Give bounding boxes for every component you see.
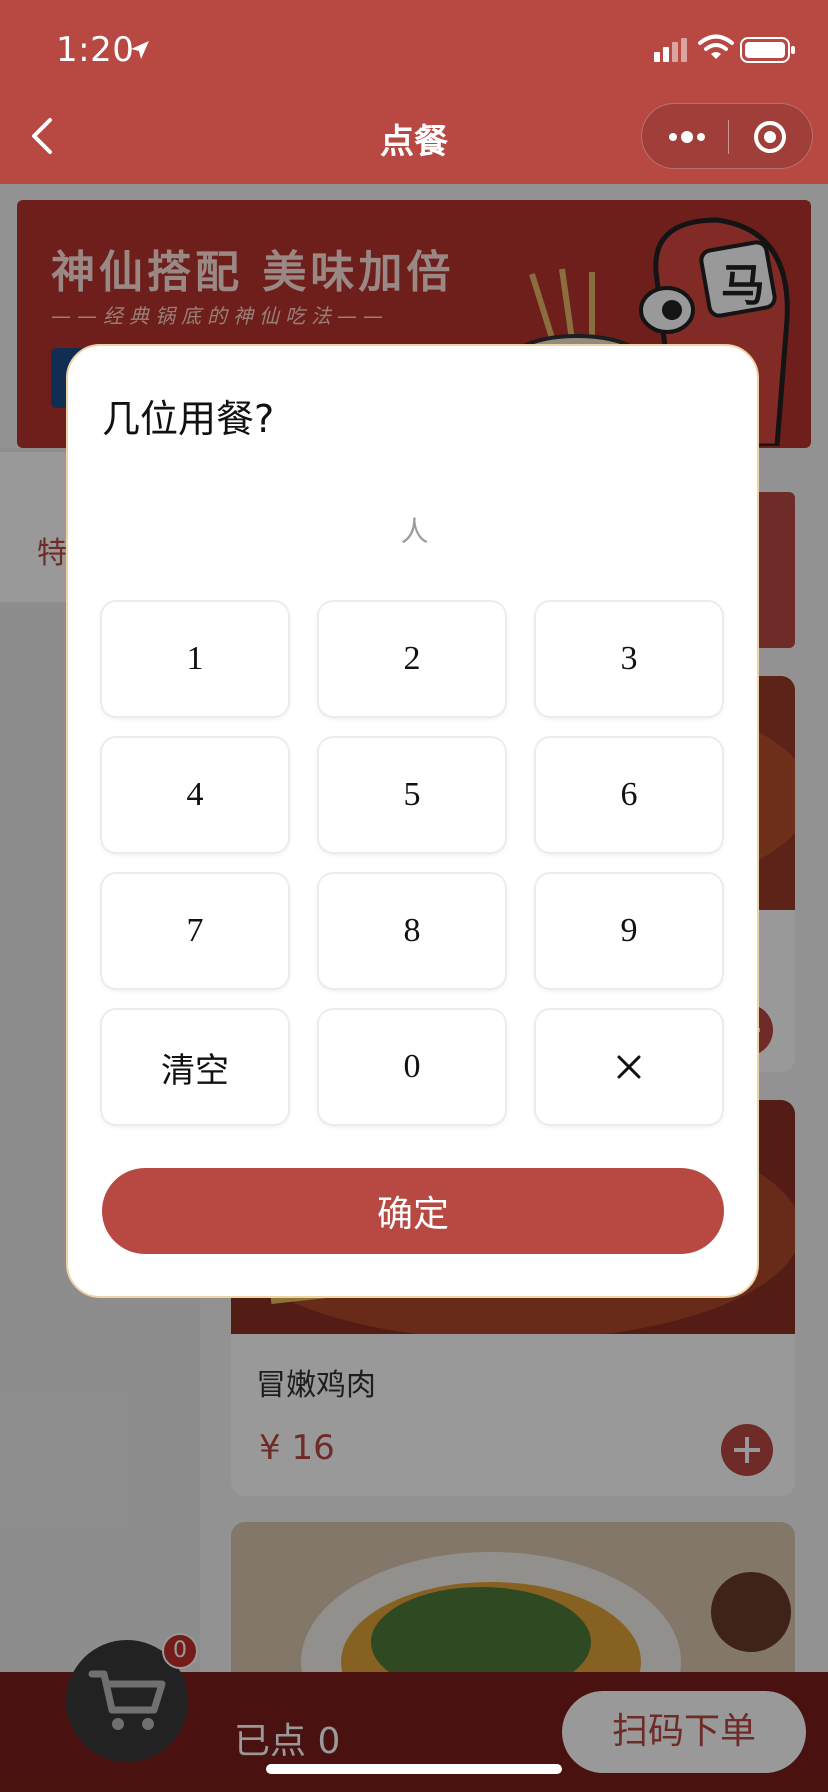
confirm-button[interactable]: 确定 [102, 1168, 724, 1254]
more-dots-icon[interactable] [642, 104, 728, 170]
keypad-key-3[interactable]: 3 [536, 602, 722, 716]
keypad-key-7[interactable]: 7 [102, 874, 288, 988]
party-size-display: 人 [68, 506, 761, 556]
battery-icon [740, 37, 795, 63]
keypad-key-2[interactable]: 2 [319, 602, 505, 716]
keypad-clear-button[interactable]: 清空 [102, 1010, 288, 1124]
keypad-key-0[interactable]: 0 [319, 1010, 505, 1124]
party-size-dialog: 几位用餐? 人 1 2 3 4 5 6 7 8 9 清空 0 确定 [66, 344, 759, 1298]
status-time: 1:20 [56, 30, 135, 70]
location-arrow-icon [131, 41, 149, 59]
wifi-icon [698, 34, 734, 59]
mini-program-capsule [641, 103, 813, 169]
keypad-key-6[interactable]: 6 [536, 738, 722, 852]
keypad-key-1[interactable]: 1 [102, 602, 288, 716]
keypad-key-9[interactable]: 9 [536, 874, 722, 988]
signal-icon [654, 38, 687, 62]
app-header: 1:20 点餐 [0, 0, 828, 184]
home-indicator [266, 1764, 562, 1774]
party-size-unit: 人 [400, 515, 429, 548]
dialog-title: 几位用餐? [102, 397, 275, 441]
keypad-key-8[interactable]: 8 [319, 874, 505, 988]
keypad-key-5[interactable]: 5 [319, 738, 505, 852]
close-x-icon [617, 1055, 641, 1079]
keypad-key-4[interactable]: 4 [102, 738, 288, 852]
keypad-delete-button[interactable] [536, 1010, 722, 1124]
close-circle-icon[interactable] [729, 104, 814, 170]
